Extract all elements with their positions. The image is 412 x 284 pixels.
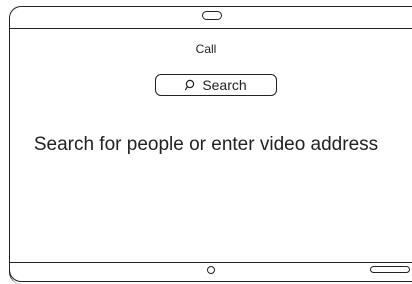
camera-icon (202, 11, 222, 20)
home-button[interactable] (207, 266, 215, 274)
page-title: Call (195, 42, 217, 56)
screen-bottom-edge (9, 262, 412, 263)
search-prompt-text: Search for people or enter video address (33, 134, 379, 155)
screen-top-edge (9, 28, 412, 29)
speaker-icon (370, 266, 410, 273)
search-label: Search (202, 77, 247, 93)
search-icon (185, 79, 197, 91)
search-button[interactable]: Search (155, 74, 277, 96)
